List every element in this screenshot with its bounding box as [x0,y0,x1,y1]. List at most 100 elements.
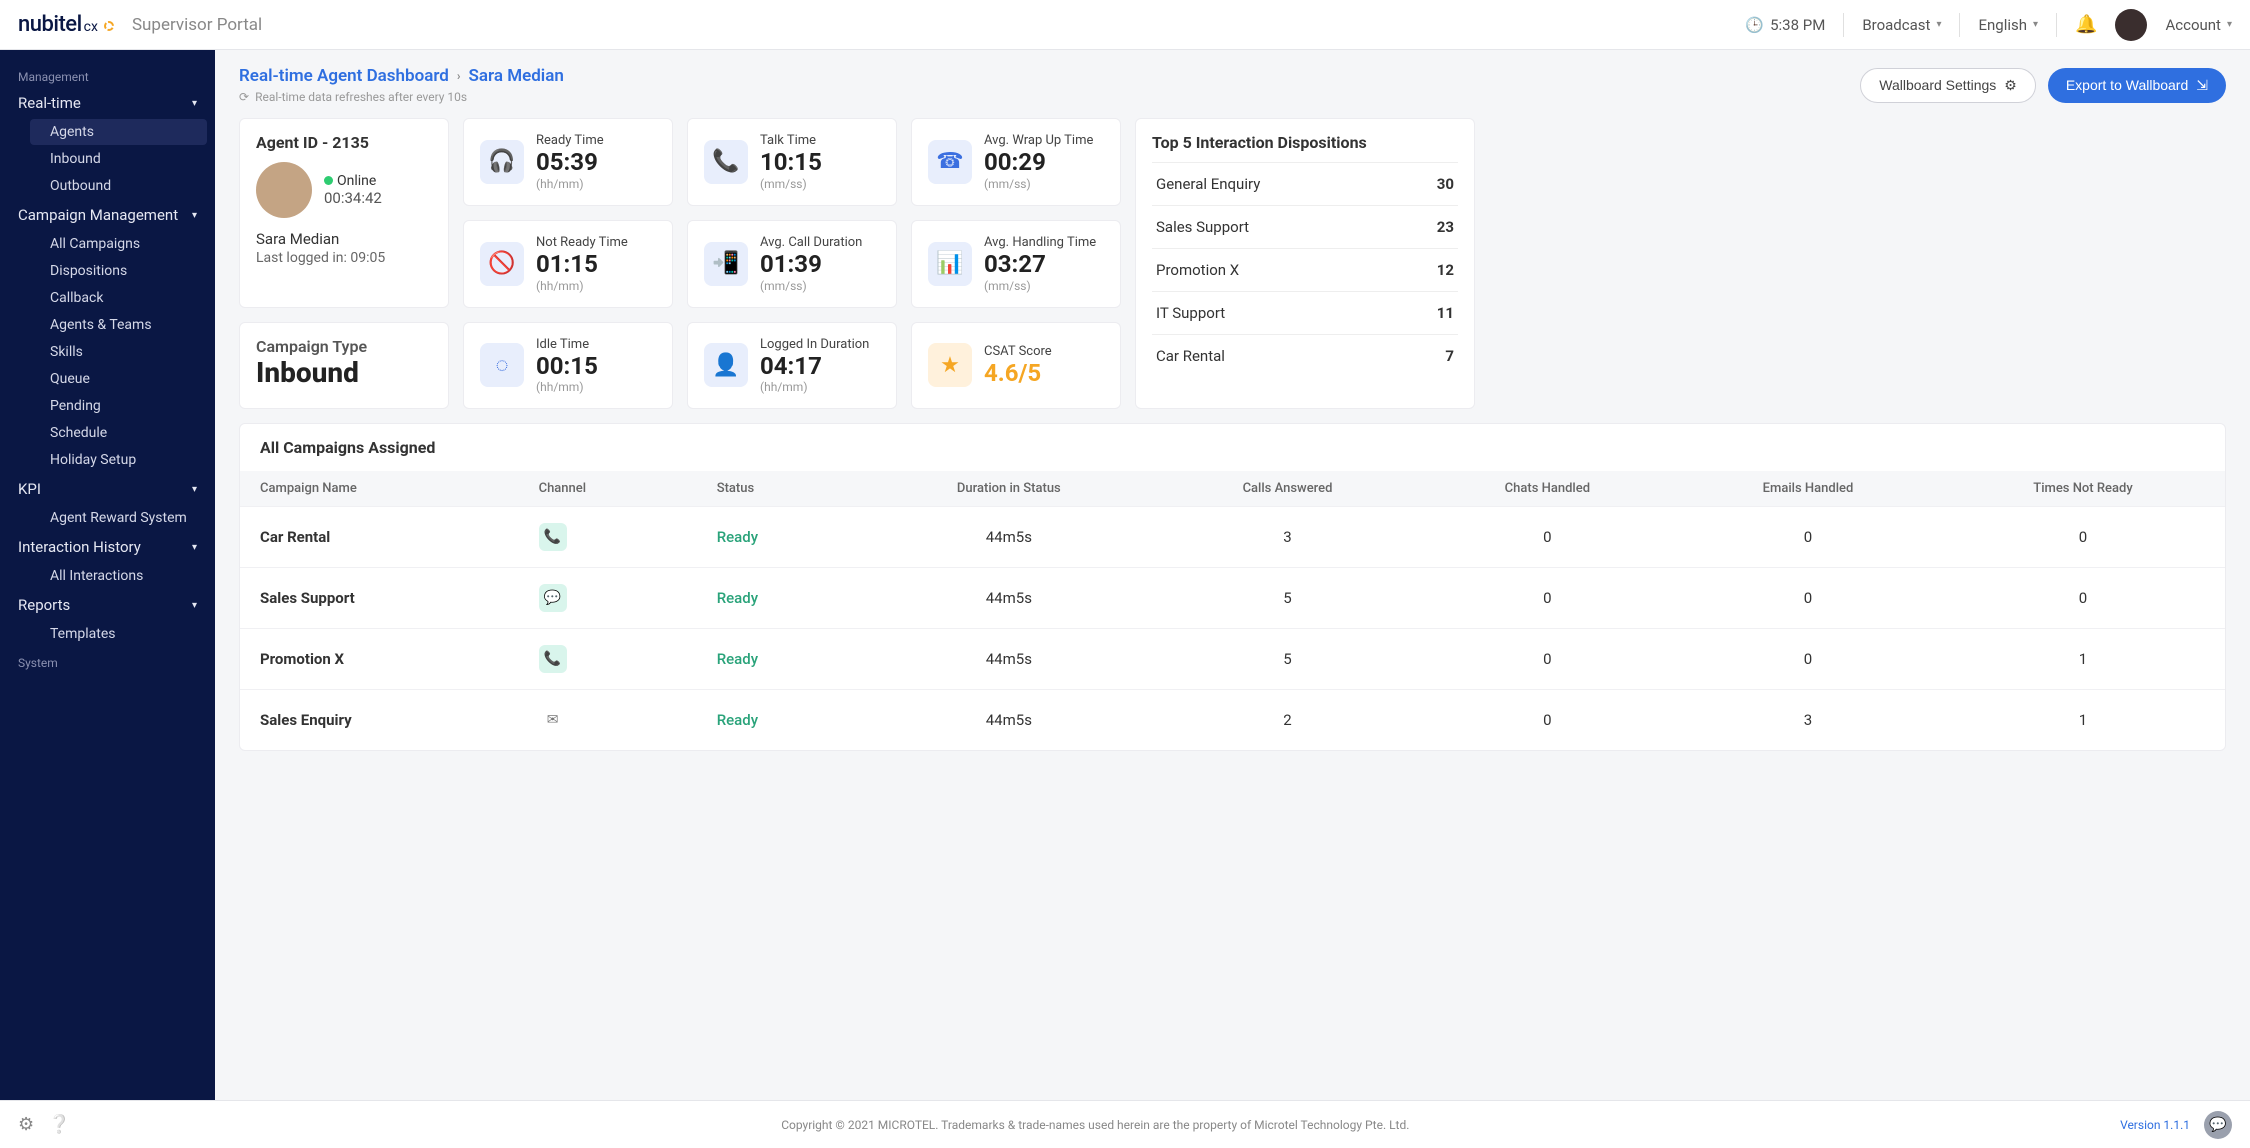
disposition-label: Sales Support [1156,218,1249,236]
cell-campaign-name: Car Rental [240,507,519,568]
col-channel: Channel [519,471,697,507]
metric-avg-call-duration: 📲 Avg. Call Duration 01:39 (mm/ss) [687,220,897,308]
sidebar-item-dispositions[interactable]: Dispositions [30,258,207,284]
sidebar-item-outbound[interactable]: Outbound [30,173,207,199]
agent-name: Sara Median [256,230,432,248]
brand-suffix: cx [84,19,98,35]
breadcrumb-root[interactable]: Real-time Agent Dashboard [239,66,449,86]
sidebar-parent-kpi[interactable]: KPI ▾ [0,474,215,504]
chevron-down-icon: ▾ [192,542,197,553]
gear-icon[interactable]: ⚙ [18,1114,34,1135]
chat-bubble-icon[interactable]: 💬 [2204,1111,2232,1139]
dispositions-title: Top 5 Interaction Dispositions [1152,133,1458,152]
metric-unit: (mm/ss) [760,177,822,191]
disposition-row: Car Rental7 [1152,334,1458,377]
language-menu[interactable]: English ▾ [1978,16,2038,34]
email-icon: ✉ [539,706,567,734]
sidebar-parent-campaign-mgmt[interactable]: Campaign Management ▾ [0,200,215,230]
refresh-icon: ⟳ [239,90,249,104]
agent-status-duration: 00:34:42 [324,189,382,207]
cell-duration: 44m5s [862,629,1155,690]
disposition-value: 23 [1437,218,1454,236]
cell-notready: 0 [1941,568,2225,629]
metric-label: Ready Time [536,133,604,148]
brand-dot-icon [104,21,114,31]
sidebar-parent-label: KPI [18,480,41,498]
sidebar-item-agents-teams[interactable]: Agents & Teams [30,312,207,338]
refresh-text: Real-time data refreshes after every 10s [255,90,467,104]
sidebar-item-all-campaigns[interactable]: All Campaigns [30,231,207,257]
table-row: Sales Support💬Ready44m5s5000 [240,568,2225,629]
sidebar-item-agent-reward[interactable]: Agent Reward System [30,505,207,531]
sidebar-item-templates[interactable]: Templates [30,621,207,647]
metric-wrap-time: ☎ Avg. Wrap Up Time 00:29 (mm/ss) [911,118,1121,206]
bell-icon[interactable]: 🔔 [2075,14,2097,35]
gear-icon: ⚙ [2004,77,2017,94]
metric-value: 05:39 [536,148,604,177]
chevron-down-icon: ▾ [1936,19,1941,30]
metric-unit: (hh/mm) [536,279,628,293]
metric-unit: (mm/ss) [984,177,1093,191]
sidebar-item-pending[interactable]: Pending [30,393,207,419]
sidebar-item-holiday-setup[interactable]: Holiday Setup [30,447,207,473]
export-wallboard-button[interactable]: Export to Wallboard ⇲ [2048,68,2226,103]
status-text: Ready [717,650,758,668]
metric-label: Talk Time [760,133,822,148]
metric-label: Avg. Handling Time [984,235,1096,250]
metric-label: Avg. Wrap Up Time [984,133,1093,148]
broadcast-menu[interactable]: Broadcast ▾ [1862,16,1941,34]
cell-campaign-name: Sales Enquiry [240,690,519,751]
cell-calls: 5 [1155,629,1419,690]
sidebar-parent-reports[interactable]: Reports ▾ [0,590,215,620]
disposition-row: IT Support11 [1152,291,1458,334]
breadcrumb-leaf: Sara Median [469,66,564,86]
sidebar-item-callback[interactable]: Callback [30,285,207,311]
sidebar-item-skills[interactable]: Skills [30,339,207,365]
cell-campaign-name: Sales Support [240,568,519,629]
divider [2056,13,2057,37]
sidebar-section-management: Management [0,62,215,88]
account-menu[interactable]: Account ▾ [2165,16,2232,34]
sidebar-item-inbound[interactable]: Inbound [30,146,207,172]
cell-emails: 3 [1675,690,1941,751]
sidebar-item-all-interactions[interactable]: All Interactions [30,563,207,589]
agent-id: Agent ID - 2135 [256,133,432,152]
campaigns-title: All Campaigns Assigned [240,424,2225,471]
sidebar-item-agents[interactable]: Agents [30,119,207,145]
broadcast-label: Broadcast [1862,16,1930,34]
col-emails: Emails Handled [1675,471,1941,507]
clock-time: 5:38 PM [1770,16,1825,34]
table-row: Promotion X📞Ready44m5s5001 [240,629,2225,690]
disposition-label: General Enquiry [1156,175,1260,193]
campaign-type-label: Campaign Type [256,337,432,356]
main-content: Real-time Agent Dashboard › Sara Median … [215,50,2250,1100]
clock-display: 🕒 5:38 PM [1745,16,1825,34]
sidebar-item-queue[interactable]: Queue [30,366,207,392]
metric-unit: (hh/mm) [536,177,604,191]
sidebar-parent-realtime[interactable]: Real-time ▾ [0,88,215,118]
metric-value: 00:29 [984,148,1093,177]
table-row: Car Rental📞Ready44m5s3000 [240,507,2225,568]
metric-label: Logged In Duration [760,337,869,352]
sidebar-parent-label: Reports [18,596,70,614]
sidebar-item-schedule[interactable]: Schedule [30,420,207,446]
sidebar-parent-interaction-history[interactable]: Interaction History ▾ [0,532,215,562]
button-label: Wallboard Settings [1879,77,1996,93]
col-chats: Chats Handled [1420,471,1675,507]
footer-copyright: Copyright © 2021 MICROTEL. Trademarks & … [71,1118,2121,1132]
avatar[interactable] [2115,9,2147,41]
star-icon: ★ [928,343,972,387]
wallboard-settings-button[interactable]: Wallboard Settings ⚙ [1860,68,2036,103]
cell-calls: 2 [1155,690,1419,751]
agent-last-logged: Last logged in: 09:05 [256,250,432,266]
campaigns-card: All Campaigns Assigned Campaign Name Cha… [239,423,2226,751]
help-icon[interactable]: ❔ [48,1114,70,1135]
chevron-down-icon: ▾ [192,98,197,109]
cell-status: Ready [697,690,863,751]
cell-emails: 0 [1675,507,1941,568]
status-text: Ready [717,711,758,729]
dispositions-card: Top 5 Interaction Dispositions General E… [1135,118,1475,409]
phone-outgoing-icon: 📲 [704,242,748,286]
footer-version[interactable]: Version 1.1.1 [2120,1118,2190,1132]
refresh-note: ⟳ Real-time data refreshes after every 1… [239,90,564,104]
